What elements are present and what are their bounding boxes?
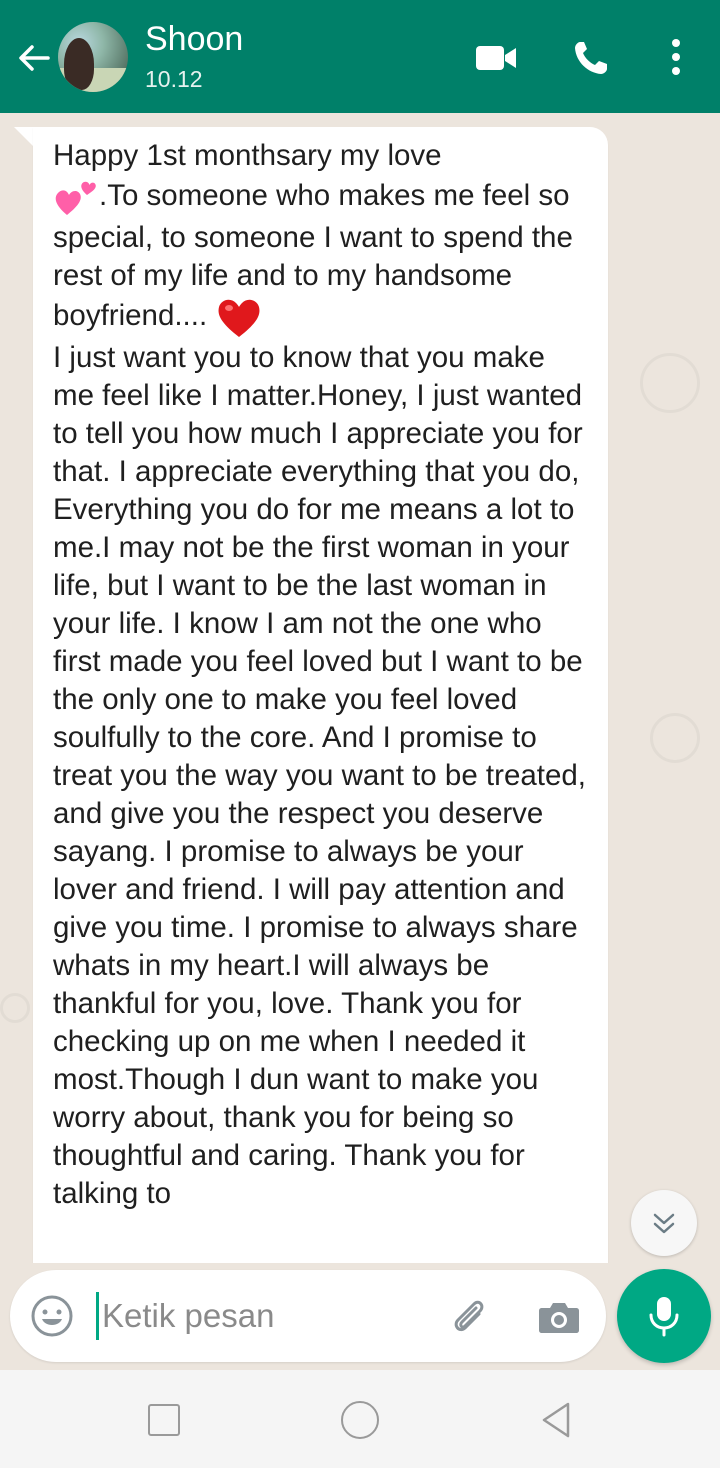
camera-icon[interactable] [536,1294,582,1340]
two-hearts-icon [55,181,96,215]
microphone-icon [649,1297,679,1337]
contact-name[interactable]: Shoon [145,20,243,59]
video-camera-icon[interactable] [472,36,520,80]
chat-area[interactable]: Happy 1st monthsary my love .To someone … [0,113,720,1263]
avatar-hair [64,38,94,90]
wallpaper-doodle [640,353,700,413]
message-input-bar [10,1270,606,1362]
circle-icon[interactable] [341,1401,379,1439]
avatar[interactable] [58,22,128,92]
message-bubble[interactable]: Happy 1st monthsary my love .To someone … [33,127,608,1263]
chevron-double-down-icon [653,1213,675,1234]
smiley-icon[interactable] [30,1294,74,1338]
triangle-back-icon[interactable] [538,1400,574,1440]
more-vertical-icon[interactable] [662,36,690,80]
message-body: I just want you to know that you make me… [53,341,586,1210]
message-text: Happy 1st monthsary my love .To someone … [53,137,593,1213]
message-line-2: .To someone who makes me feel so special… [53,178,573,332]
system-nav-bar [0,1370,720,1468]
message-input[interactable] [102,1290,432,1342]
phone-icon[interactable] [568,36,616,80]
wallpaper-doodle [0,993,30,1023]
text-caret [96,1292,99,1340]
red-heart-icon [218,299,260,337]
paperclip-icon[interactable] [446,1294,492,1340]
contact-status: 10.12 [145,66,203,92]
arrow-left-icon[interactable] [14,38,54,78]
message-line-1: Happy 1st monthsary my love [53,139,442,172]
chat-header: Shoon 10.12 [0,0,720,113]
scroll-down-button[interactable] [631,1190,697,1256]
square-icon[interactable] [148,1404,180,1436]
wallpaper-doodle [650,713,700,763]
microphone-button[interactable] [617,1269,711,1363]
